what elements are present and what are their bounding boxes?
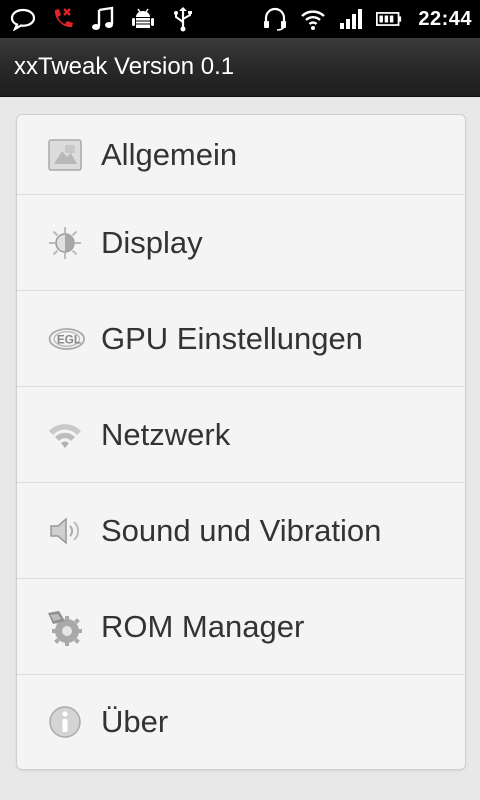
brightness-icon [45, 223, 85, 263]
rom-manager-icon [45, 607, 85, 647]
android-debug-icon [130, 6, 156, 32]
menu-item-netzwerk[interactable]: Netzwerk [17, 387, 465, 483]
menu-item-display[interactable]: Display [17, 195, 465, 291]
info-icon [45, 702, 85, 742]
menu-item-allgemein[interactable]: Allgemein [17, 115, 465, 195]
menu-item-label: Sound und Vibration [101, 512, 382, 548]
menu-item-rom-manager[interactable]: ROM Manager [17, 579, 465, 675]
signal-icon [338, 6, 364, 32]
menu-item-label: Netzwerk [101, 416, 231, 452]
menu-item-label: Allgemein [101, 136, 238, 172]
chat-bubble-icon [10, 6, 36, 32]
battery-icon [376, 6, 402, 32]
notification-icons [0, 6, 196, 32]
action-bar: xxTweak Version 0.1 [0, 38, 480, 97]
wifi-icon [300, 6, 326, 32]
settings-menu-list: Allgemein Display EGL GPU Einstellungen … [16, 114, 466, 770]
menu-item-ueber[interactable]: Über [17, 675, 465, 769]
wifi-icon [45, 415, 85, 455]
menu-item-sound-und-vibration[interactable]: Sound und Vibration [17, 483, 465, 579]
usb-icon [170, 6, 196, 32]
status-clock: 22:44 [418, 7, 472, 30]
menu-item-label: Über [101, 704, 169, 739]
menu-item-gpu-einstellungen[interactable]: EGL GPU Einstellungen [17, 291, 465, 387]
menu-item-label: ROM Manager [101, 608, 305, 644]
app-title: xxTweak Version 0.1 [14, 53, 235, 80]
general-icon [45, 135, 85, 175]
egl-icon: EGL [45, 319, 85, 359]
music-note-icon [90, 6, 116, 32]
status-bar: 22:44 [0, 0, 480, 38]
system-icons: 22:44 [262, 6, 480, 32]
menu-item-label: GPU Einstellungen [101, 320, 363, 356]
headset-icon [262, 6, 288, 32]
svg-text:EGL: EGL [57, 332, 81, 346]
speaker-icon [45, 511, 85, 551]
menu-item-label: Display [101, 224, 203, 260]
missed-call-icon [50, 6, 76, 32]
